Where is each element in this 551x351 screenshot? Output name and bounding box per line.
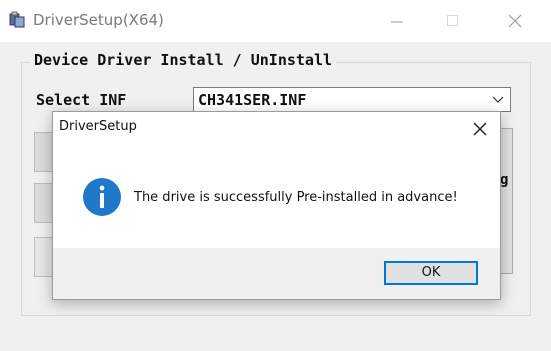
chevron-down-icon[interactable]: [492, 96, 504, 104]
title-bar[interactable]: DriverSetup(X64): [0, 0, 551, 42]
right-panel-text-fragment: g: [500, 172, 509, 188]
uninstall-button-obscured[interactable]: [34, 183, 54, 223]
info-icon: [83, 178, 121, 216]
close-icon: [508, 14, 522, 28]
maximize-icon: [447, 15, 458, 26]
install-button-obscured[interactable]: [34, 132, 54, 172]
minimize-icon: [391, 21, 403, 23]
dialog-message: The drive is successfully Pre-installed …: [134, 190, 458, 205]
ok-button[interactable]: OK: [384, 261, 478, 285]
minimize-button[interactable]: [372, 0, 422, 42]
dialog-close-button[interactable]: [471, 120, 489, 138]
window-title: DriverSetup(X64): [33, 11, 164, 29]
maximize-button[interactable]: [428, 0, 478, 42]
driver-setup-app-icon: [9, 11, 25, 28]
help-button-obscured[interactable]: [34, 237, 54, 277]
inf-select-combobox[interactable]: CH341SER.INF: [193, 87, 511, 112]
inf-select-value: CH341SER.INF: [198, 91, 307, 109]
window-close-button[interactable]: [490, 0, 540, 42]
dialog-footer: OK: [53, 248, 500, 299]
message-dialog: DriverSetup The drive is successfully Pr…: [52, 111, 501, 300]
driver-setup-window: DriverSetup(X64) Device Driver Install /…: [0, 0, 551, 351]
select-inf-label: Select INF: [36, 91, 127, 109]
dialog-title: DriverSetup: [59, 119, 137, 134]
group-title: Device Driver Install / UnInstall: [30, 51, 337, 69]
